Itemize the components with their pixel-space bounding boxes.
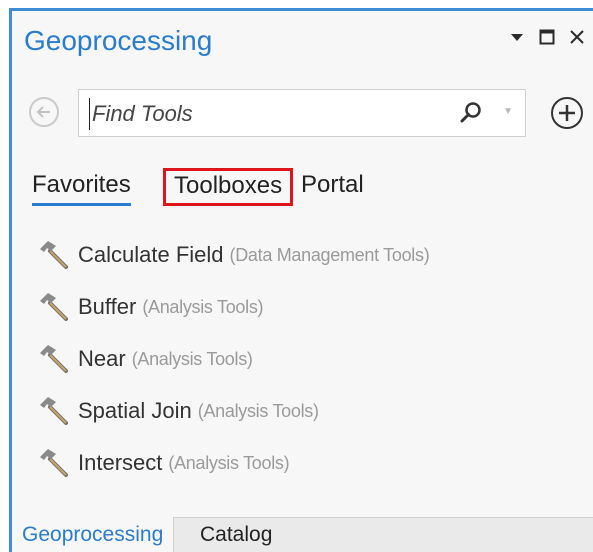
plus-circle-icon <box>551 97 583 129</box>
tool-name: Calculate Field <box>78 242 224 267</box>
pane-controls <box>507 27 587 47</box>
tool-name: Spatial Join <box>78 398 192 423</box>
back-arrow-icon <box>36 106 50 118</box>
tool-toolbox: (Analysis Tools) <box>142 296 264 317</box>
tool-name: Near <box>78 346 126 371</box>
list-item[interactable]: Intersect (Analysis Tools) <box>36 437 429 489</box>
tool-name: Intersect <box>78 450 163 475</box>
dropdown-icon[interactable] <box>507 27 527 47</box>
search-box: ▼ <box>78 89 526 137</box>
hammer-icon <box>40 293 68 321</box>
tab-catalog[interactable]: Catalog <box>190 518 282 552</box>
add-button[interactable] <box>549 95 585 131</box>
tool-toolbox: (Analysis Tools) <box>131 348 253 369</box>
geoprocessing-pane: Geoprocessing ▼ Favorites Toolboxes Port… <box>9 8 593 552</box>
tab-portal[interactable]: Portal <box>301 171 364 199</box>
hammer-icon <box>40 449 68 477</box>
back-button[interactable] <box>29 97 59 127</box>
tool-toolbox: (Analysis Tools) <box>197 400 319 421</box>
search-input[interactable] <box>89 98 454 130</box>
hammer-icon <box>40 345 68 373</box>
close-icon[interactable] <box>567 27 587 47</box>
list-item[interactable]: Calculate Field (Data Management Tools) <box>36 229 430 281</box>
list-item[interactable]: Near (Analysis Tools) <box>36 333 429 385</box>
tab-toolboxes[interactable]: Toolboxes <box>163 168 294 206</box>
hammer-icon <box>40 241 68 269</box>
maximize-icon[interactable] <box>537 27 557 47</box>
favorites-tool-list: Calculate Field (Data Management Tools) … <box>36 229 430 489</box>
search-dropdown-icon[interactable]: ▼ <box>503 106 513 117</box>
tab-favorites[interactable]: Favorites <box>32 171 131 206</box>
pane-title: Geoprocessing <box>24 25 213 56</box>
tool-toolbox: (Data Management Tools) <box>229 244 430 265</box>
tool-name: Buffer <box>78 294 137 319</box>
bottom-tab-bar: Geoprocessing Catalog <box>12 517 593 552</box>
list-item[interactable]: Buffer (Analysis Tools) <box>36 281 429 333</box>
list-item[interactable]: Spatial Join (Analysis Tools) <box>36 385 429 437</box>
tab-geoprocessing[interactable]: Geoprocessing <box>12 517 175 552</box>
search-icon[interactable] <box>459 101 483 125</box>
tool-toolbox: (Analysis Tools) <box>168 452 290 473</box>
hammer-icon <box>40 397 68 425</box>
